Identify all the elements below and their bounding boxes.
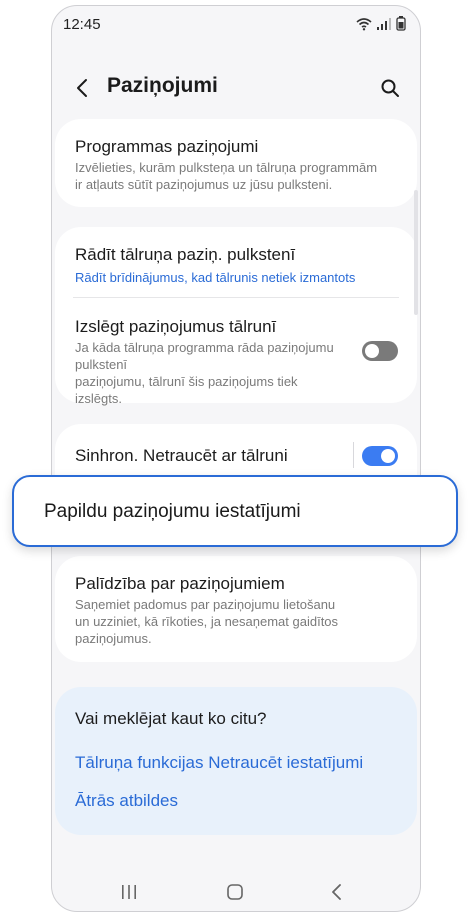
back-nav-icon — [332, 884, 341, 900]
suggestion-link-dnd-settings[interactable]: Tālruņa funkcijas Netraucēt iestatījumi — [75, 753, 363, 773]
app-notifications-desc-line2: ir atļauts sūtīt paziņojumus uz jūsu pul… — [75, 177, 333, 192]
app-notifications-desc-line1: Izvēlieties, kurām pulksteņa un tālruņa … — [75, 160, 378, 175]
help-desc-line2: un uzziniet, kā rīkoties, ja nesaņemat g… — [75, 614, 339, 629]
mute-phone-toggle[interactable] — [362, 341, 398, 361]
show-phone-subtitle: Rādīt brīdinājumus, kad tālrunis netiek … — [75, 270, 356, 285]
toggle-knob — [365, 344, 379, 358]
help-desc-line3: paziņojumus. — [75, 631, 152, 646]
phone-side-button — [414, 190, 418, 315]
back-button[interactable] — [68, 74, 96, 102]
status-time: 12:45 — [63, 16, 101, 33]
divider — [73, 297, 399, 298]
phone-frame: 12:45 Paziņojumi Programmas paziņojumi I… — [51, 5, 421, 912]
mute-phone-notifications-item[interactable]: Izslēgt paziņojumus tālrunī Ja kāda tālr… — [75, 317, 347, 407]
search-icon — [381, 79, 399, 97]
page-title: Paziņojumi — [107, 74, 218, 97]
app-notifications-card[interactable]: Programmas paziņojumi Izvēlieties, kurām… — [55, 119, 417, 207]
show-phone-title: Rādīt tālruņa paziņ. pulkstenī — [75, 245, 296, 264]
toggle-separator — [353, 442, 354, 468]
battery-icon — [396, 16, 406, 31]
mute-phone-desc-line3: izslēgts. — [75, 391, 122, 406]
app-bar: Paziņojumi — [52, 66, 420, 110]
home-icon — [227, 884, 243, 900]
phone-settings-card: Rādīt tālruņa paziņ. pulkstenī Rādīt brī… — [55, 227, 417, 406]
show-phone-notifications-item[interactable]: Rādīt tālruņa paziņ. pulkstenī Rādīt brī… — [75, 245, 397, 286]
mute-phone-desc-line2: paziņojumu, tālrunī šis paziņojums tiek — [75, 374, 298, 389]
suggestion-link-quick-replies[interactable]: Ātrās atbildes — [75, 791, 178, 811]
mute-phone-title: Izslēgt paziņojumus tālrunī — [75, 317, 277, 336]
nav-back-button[interactable] — [324, 879, 350, 905]
sync-dnd-title: Sinhron. Netraucēt ar tālruni — [75, 446, 288, 465]
recents-icon — [122, 885, 136, 899]
advanced-notification-settings-title: Papildu paziņojumu iestatījumi — [44, 501, 301, 522]
wifi-icon — [356, 17, 372, 30]
search-button[interactable] — [376, 74, 404, 102]
help-title: Palīdzība par paziņojumiem — [75, 574, 285, 593]
home-button[interactable] — [222, 879, 248, 905]
status-bar: 12:45 — [52, 6, 420, 46]
mute-phone-desc-line1: Ja kāda tālruņa programma rāda paziņojum… — [75, 340, 334, 372]
suggestions-title: Vai meklējat kaut ko citu? — [75, 709, 267, 728]
suggestions-card: Vai meklējat kaut ko citu? Tālruņa funkc… — [55, 687, 417, 835]
chevron-left-icon — [77, 79, 87, 97]
sync-dnd-toggle[interactable] — [362, 446, 398, 466]
advanced-notification-settings-item[interactable]: Papildu paziņojumu iestatījumi — [12, 475, 458, 547]
status-icons — [356, 16, 406, 31]
recents-button[interactable] — [116, 879, 142, 905]
navigation-bar — [52, 871, 420, 911]
signal-icon — [377, 17, 391, 30]
help-card[interactable]: Palīdzība par paziņojumiem Saņemiet pado… — [55, 556, 417, 662]
toggle-knob — [381, 449, 395, 463]
help-desc-line1: Saņemiet padomus par paziņojumu lietošan… — [75, 597, 336, 612]
app-notifications-title: Programmas paziņojumi — [75, 137, 259, 156]
sync-dnd-item[interactable]: Sinhron. Netraucēt ar tālruni — [75, 446, 337, 466]
